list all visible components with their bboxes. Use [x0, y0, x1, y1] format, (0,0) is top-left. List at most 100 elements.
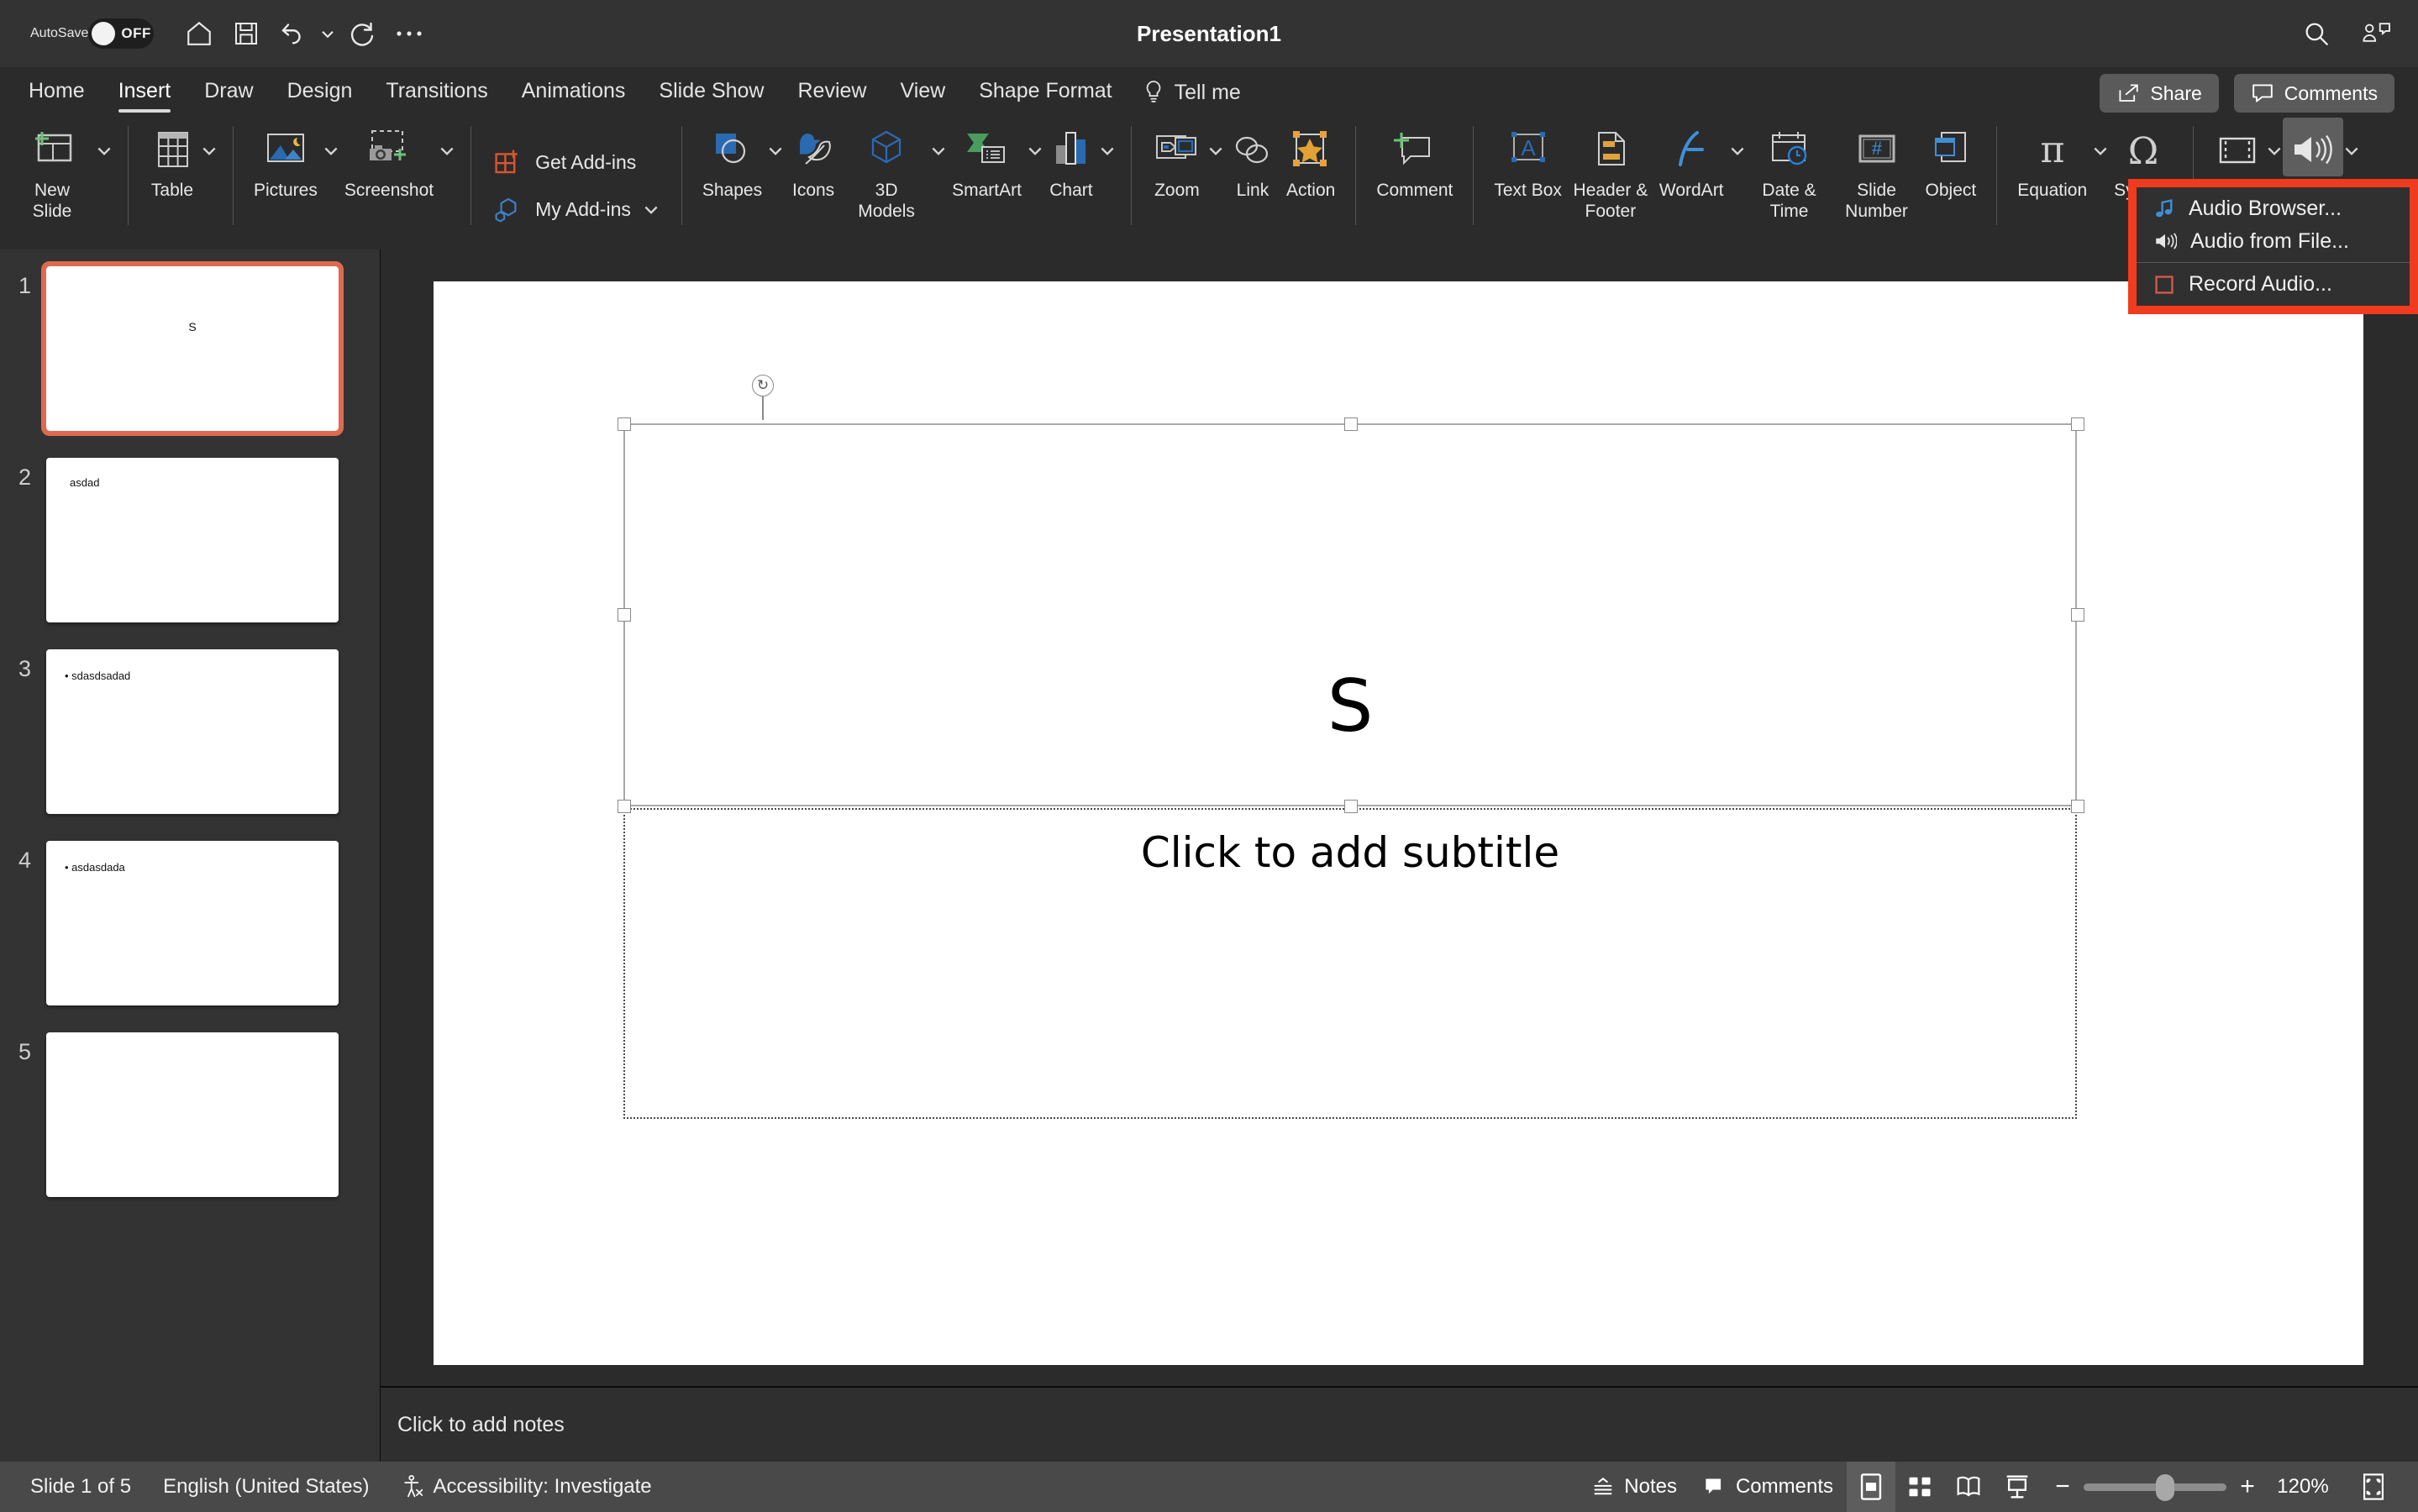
shapes-button[interactable]: Shapes: [697, 118, 767, 201]
zoom-chevron-down-icon[interactable]: [1207, 118, 1224, 176]
smartart-button[interactable]: SmartArt: [947, 118, 1027, 201]
pictures-button[interactable]: Pictures: [249, 118, 323, 201]
wordart-chevron-down-icon[interactable]: [1729, 118, 1746, 176]
redo-icon[interactable]: [339, 10, 386, 57]
notes-pane[interactable]: Click to add notes: [381, 1386, 2418, 1462]
my-addins-button[interactable]: My Add-ins: [486, 186, 666, 233]
zoom-out-button[interactable]: −: [2053, 1473, 2072, 1501]
chart-chevron-down-icon[interactable]: [1099, 118, 1116, 176]
object-button[interactable]: Object: [1921, 118, 1982, 201]
thumbnail-row-3[interactable]: 3 • sdasdsadad: [0, 649, 380, 814]
video-chevron-down-icon[interactable]: [2266, 118, 2283, 176]
screenshot-chevron-down-icon[interactable]: [439, 118, 455, 176]
language-indicator[interactable]: English (United States): [163, 1475, 369, 1499]
link-button[interactable]: Link: [1224, 118, 1281, 201]
resize-handle-middle-right[interactable]: [2071, 608, 2084, 622]
new-slide-button[interactable]: New Slide: [8, 118, 96, 222]
collaborators-icon[interactable]: [2361, 21, 2393, 46]
menu-item-record-audio[interactable]: Record Audio...: [2137, 268, 2410, 301]
chart-button[interactable]: Chart: [1043, 118, 1099, 201]
zoom-level-label[interactable]: 120%: [2268, 1475, 2337, 1499]
menu-item-audio-browser[interactable]: Audio Browser...: [2137, 192, 2410, 225]
zoom-slider-thumb[interactable]: [2156, 1474, 2174, 1501]
thumbnail-row-4[interactable]: 4 • asdasdada: [0, 841, 380, 1005]
tell-me-button[interactable]: Tell me: [1129, 80, 1241, 105]
resize-handle-bottom-center[interactable]: [1344, 800, 1358, 813]
resize-handle-top-center[interactable]: [1344, 417, 1358, 431]
tab-draw[interactable]: Draw: [187, 67, 270, 118]
autosave-toggle[interactable]: OFF: [88, 18, 154, 49]
comments-toggle-button[interactable]: Comments: [1690, 1462, 1847, 1512]
tab-view[interactable]: View: [883, 67, 962, 118]
smartart-chevron-down-icon[interactable]: [1027, 118, 1043, 176]
screenshot-button[interactable]: Screenshot: [339, 118, 439, 201]
subtitle-placeholder[interactable]: Click to add subtitle: [623, 808, 2077, 1119]
tab-insert[interactable]: Insert: [102, 67, 188, 118]
text-box-button[interactable]: A Text Box: [1489, 118, 1567, 201]
notes-toggle-button[interactable]: Notes: [1579, 1462, 1690, 1512]
date-time-button[interactable]: Date & Time: [1746, 118, 1833, 222]
save-icon[interactable]: [223, 10, 270, 57]
accessibility-status[interactable]: Accessibility: Investigate: [402, 1474, 652, 1499]
tab-home[interactable]: Home: [12, 67, 102, 118]
undo-icon[interactable]: [270, 10, 317, 57]
video-button[interactable]: [2209, 118, 2266, 176]
menu-item-audio-from-file[interactable]: Audio from File...: [2137, 225, 2410, 258]
thumbnail-row-1[interactable]: 1 S: [0, 266, 380, 431]
fit-to-window-icon[interactable]: [2349, 1462, 2398, 1512]
slide-indicator[interactable]: Slide 1 of 5: [30, 1475, 131, 1499]
pictures-chevron-down-icon[interactable]: [323, 118, 339, 176]
3d-models-button[interactable]: 3D Models: [843, 118, 930, 222]
slide-number-button[interactable]: # Slide Number: [1833, 118, 1921, 222]
tab-slide-show[interactable]: Slide Show: [642, 67, 781, 118]
equation-chevron-down-icon[interactable]: [2092, 118, 2109, 176]
resize-handle-bottom-right[interactable]: [2071, 800, 2084, 813]
undo-chevron-down-icon[interactable]: [317, 10, 339, 57]
presenter-view-icon[interactable]: [1993, 1462, 2042, 1512]
rotate-handle[interactable]: ↻: [752, 375, 774, 396]
slide-thumbnail-panel[interactable]: 1 S 2 asdad 3 • sdasdsadad 4 • asdasdada…: [0, 249, 380, 1462]
table-button[interactable]: Table: [144, 118, 201, 201]
slide-thumbnail-2[interactable]: asdad: [46, 458, 339, 622]
slide-thumbnail-4[interactable]: • asdasdada: [46, 841, 339, 1005]
audio-chevron-down-icon[interactable]: [2343, 118, 2360, 176]
zoom-slider[interactable]: [2084, 1483, 2226, 1491]
header-footer-button[interactable]: Header & Footer: [1567, 118, 1654, 222]
comments-button[interactable]: Comments: [2234, 74, 2394, 113]
tab-design[interactable]: Design: [271, 67, 370, 118]
home-icon[interactable]: [176, 10, 223, 57]
zoom-button[interactable]: Zoom: [1147, 118, 1207, 201]
zoom-in-button[interactable]: +: [2238, 1473, 2257, 1501]
tab-review[interactable]: Review: [781, 67, 883, 118]
resize-handle-top-left[interactable]: [618, 417, 631, 431]
slide-thumbnail-3[interactable]: • sdasdsadad: [46, 649, 339, 814]
table-chevron-down-icon[interactable]: [201, 118, 218, 176]
slide-thumbnail-1[interactable]: S: [46, 266, 339, 431]
reading-view-icon[interactable]: [1944, 1462, 1993, 1512]
slide-sorter-view-icon[interactable]: [1895, 1462, 1944, 1512]
comment-insert-button[interactable]: Comment: [1371, 118, 1458, 201]
title-placeholder[interactable]: S: [623, 423, 2077, 806]
get-addins-button[interactable]: Get Add-ins: [486, 139, 643, 186]
tab-transitions[interactable]: Transitions: [369, 67, 504, 118]
resize-handle-middle-left[interactable]: [618, 608, 631, 622]
audio-button[interactable]: [2283, 118, 2343, 176]
tab-shape-format[interactable]: Shape Format: [962, 67, 1128, 118]
new-slide-chevron-down-icon[interactable]: [96, 118, 113, 176]
search-icon[interactable]: [2302, 19, 2331, 48]
resize-handle-top-right[interactable]: [2071, 417, 2084, 431]
shapes-chevron-down-icon[interactable]: [767, 118, 784, 176]
my-addins-chevron-down-icon[interactable]: [643, 201, 660, 218]
share-button[interactable]: Share: [2100, 74, 2218, 113]
icons-button[interactable]: Icons: [784, 118, 843, 201]
thumbnail-row-2[interactable]: 2 asdad: [0, 458, 380, 622]
equation-button[interactable]: π Equation: [2012, 118, 2092, 201]
thumbnail-row-5[interactable]: 5: [0, 1032, 380, 1197]
resize-handle-bottom-left[interactable]: [618, 800, 631, 813]
slide-thumbnail-5[interactable]: [46, 1032, 339, 1197]
wordart-button[interactable]: WordArt: [1654, 118, 1729, 201]
more-icon[interactable]: [386, 10, 433, 57]
action-button[interactable]: Action: [1281, 118, 1340, 201]
3d-models-chevron-down-icon[interactable]: [930, 118, 947, 176]
tab-animations[interactable]: Animations: [505, 67, 643, 118]
